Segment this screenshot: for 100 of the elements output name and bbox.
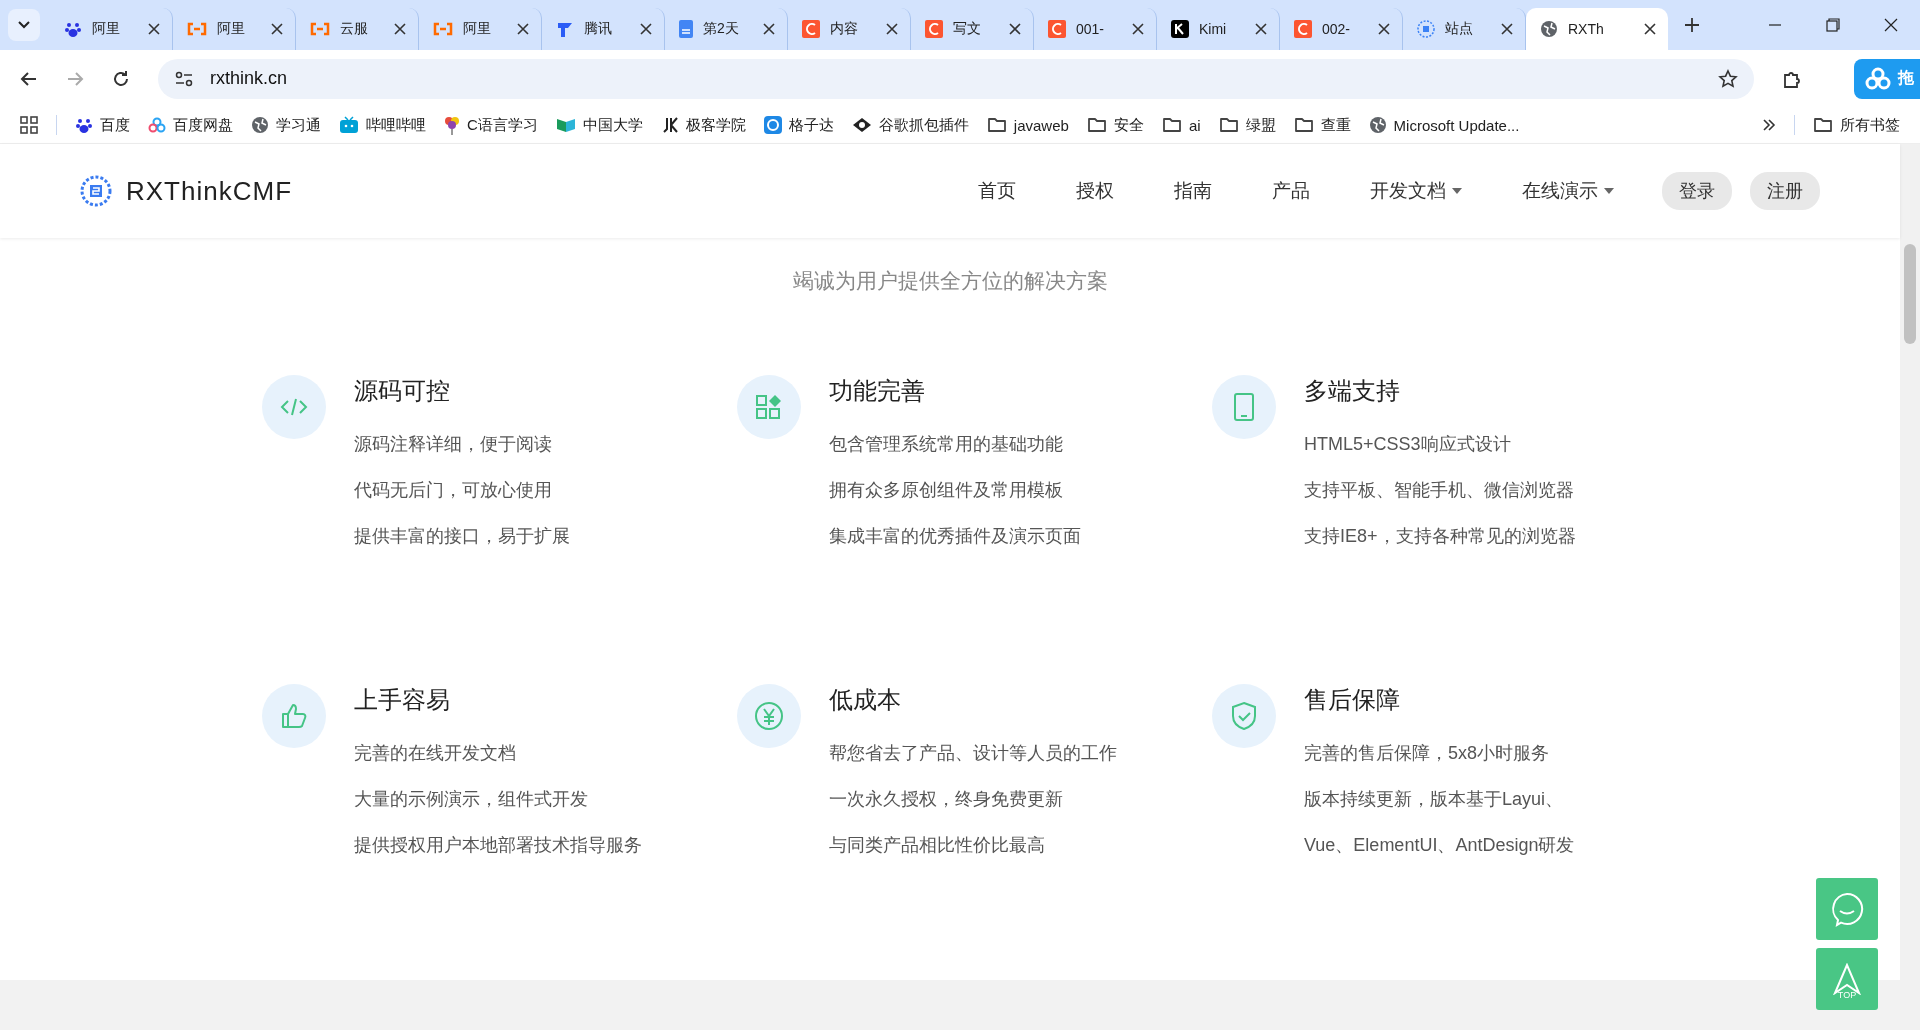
nav-link[interactable]: 开发文档: [1370, 178, 1462, 204]
close-icon[interactable]: [148, 23, 160, 35]
close-icon[interactable]: [1884, 18, 1898, 32]
bracket-icon: [310, 22, 330, 36]
nav-link[interactable]: 首页: [978, 178, 1016, 204]
bookmark-item[interactable]: 所有书签: [1813, 115, 1900, 135]
nav-link[interactable]: 在线演示: [1522, 178, 1614, 204]
close-icon[interactable]: [886, 23, 898, 35]
chevrons-icon[interactable]: [1762, 119, 1776, 131]
folder-icon: [1813, 117, 1833, 133]
feature-text: 提供授权用户本地部署技术指导服务: [354, 834, 642, 857]
bookmark-item[interactable]: 格子达: [763, 115, 834, 135]
bookmark-label: 中国大学: [582, 115, 643, 135]
bookmark-item[interactable]: 学习通: [251, 115, 321, 135]
folder-icon: [1086, 117, 1107, 133]
scrollbar[interactable]: [1900, 144, 1920, 1030]
c-logo-icon: [1294, 20, 1312, 38]
close-icon[interactable]: [271, 23, 283, 35]
caret-icon: [1604, 188, 1614, 194]
tab-title: 云服: [340, 20, 369, 38]
bracket-icon: [187, 22, 207, 36]
browser-tab[interactable]: 001-: [1034, 8, 1157, 50]
feature-text: 帮您省去了产品、设计等人员的工作: [829, 742, 1117, 765]
browser-tab[interactable]: 云服: [296, 8, 419, 50]
bookmark-item[interactable]: 中国大学: [555, 115, 643, 135]
reload-icon[interactable]: [112, 69, 130, 88]
browser-tab[interactable]: 内容: [788, 8, 911, 50]
tab-title: Kimi: [1199, 21, 1228, 37]
feature-text: 拥有众多原创组件及常用模板: [829, 479, 1064, 502]
browser-tab[interactable]: 写文: [911, 8, 1034, 50]
close-icon[interactable]: [394, 23, 406, 35]
new-tab-icon[interactable]: [1684, 17, 1700, 33]
browser-tab[interactable]: RXTh: [1526, 8, 1668, 50]
bookmark-item[interactable]: 百度: [75, 115, 130, 135]
bookmark-star-icon[interactable]: [1718, 68, 1738, 89]
bookmark-label: C语言学习: [467, 115, 538, 135]
bookmark-item[interactable]: ai: [1161, 116, 1201, 134]
smile-chat-icon: [1829, 891, 1865, 927]
document-icon: [679, 20, 693, 38]
tab-title: 腾讯: [584, 20, 613, 38]
close-icon[interactable]: [1501, 23, 1513, 35]
browser-tab[interactable]: 阿里: [50, 8, 173, 50]
caret-icon: [1452, 188, 1462, 194]
close-icon[interactable]: [640, 23, 652, 35]
feature-text: 提供丰富的接口，易于扩展: [354, 525, 570, 548]
bookmark-item[interactable]: 哔哩哔哩: [339, 115, 426, 135]
nav-link[interactable]: 产品: [1272, 178, 1310, 204]
site-info-icon[interactable]: [174, 70, 194, 87]
bracket-icon: [433, 22, 453, 36]
bookmark-item[interactable]: 极客学院: [660, 115, 746, 135]
bookmark-item[interactable]: 绿盟: [1218, 115, 1276, 135]
bookmark-item[interactable]: 百度网盘: [148, 115, 233, 135]
tab-title: 站点: [1445, 20, 1474, 38]
bookmark-item[interactable]: Microsoft Update...: [1368, 116, 1520, 134]
tab-title: 内容: [830, 20, 859, 38]
browser-tab[interactable]: 阿里: [419, 8, 542, 50]
bookmark-item[interactable]: C语言学习: [444, 115, 538, 135]
tab-title: 阿里: [463, 20, 492, 38]
bookmark-label: 所有书签: [1840, 115, 1900, 135]
close-icon[interactable]: [1255, 23, 1267, 35]
bookmark-item[interactable]: 谷歌抓包插件: [851, 115, 969, 135]
bookmark-label: ai: [1188, 116, 1201, 134]
globe-icon: [1540, 20, 1558, 38]
browser-tab[interactable]: Kimi: [1157, 8, 1280, 50]
url-text: rxthink.cn: [210, 68, 288, 89]
close-icon[interactable]: [1132, 23, 1144, 35]
close-icon[interactable]: [763, 23, 775, 35]
close-icon[interactable]: [1644, 23, 1656, 35]
address-bar[interactable]: rxthink.cn: [158, 58, 1754, 99]
feature-title: 源码可控: [354, 376, 451, 406]
bookmark-item[interactable]: javaweb: [986, 116, 1069, 134]
feature-text: 大量的示例演示，组件式开发: [354, 788, 589, 811]
browser-tab[interactable]: 第2天: [665, 8, 788, 50]
browser-tab[interactable]: 002-: [1280, 8, 1403, 50]
auth-button[interactable]: 注册: [1750, 172, 1820, 210]
feature-title: 低成本: [829, 685, 902, 715]
close-icon[interactable]: [1009, 23, 1021, 35]
feature-text: 版本持续更新，版本基于Layui、: [1304, 788, 1565, 811]
bookmark-label: 哔哩哔哩: [366, 115, 426, 135]
feature-title: 多端支持: [1304, 376, 1401, 406]
feature-title: 功能完善: [829, 376, 926, 406]
tab-search-button[interactable]: [8, 9, 40, 41]
browser-tab[interactable]: 阿里: [173, 8, 296, 50]
c-logo-icon: [1048, 20, 1066, 38]
cloud-icon: [1864, 66, 1892, 91]
close-icon[interactable]: [1378, 23, 1390, 35]
apps-grid-icon[interactable]: [20, 116, 38, 134]
restore-icon[interactable]: [1826, 18, 1840, 32]
bookmark-item[interactable]: 查重: [1293, 115, 1351, 135]
bookmark-item[interactable]: 安全: [1086, 115, 1144, 135]
feature-title: 上手容易: [354, 685, 451, 715]
nav-link[interactable]: 授权: [1076, 178, 1114, 204]
feature-text: 支持IE8+，支持各种常见的浏览器: [1304, 525, 1576, 548]
close-icon[interactable]: [517, 23, 529, 35]
browser-tab[interactable]: 腾讯: [542, 8, 665, 50]
feature-text: 一次永久授权，终身免费更新: [829, 788, 1064, 811]
nav-link[interactable]: 指南: [1174, 178, 1212, 204]
auth-button[interactable]: 登录: [1662, 172, 1732, 210]
back-icon[interactable]: [20, 69, 38, 88]
chevron-down-icon: [17, 20, 31, 30]
